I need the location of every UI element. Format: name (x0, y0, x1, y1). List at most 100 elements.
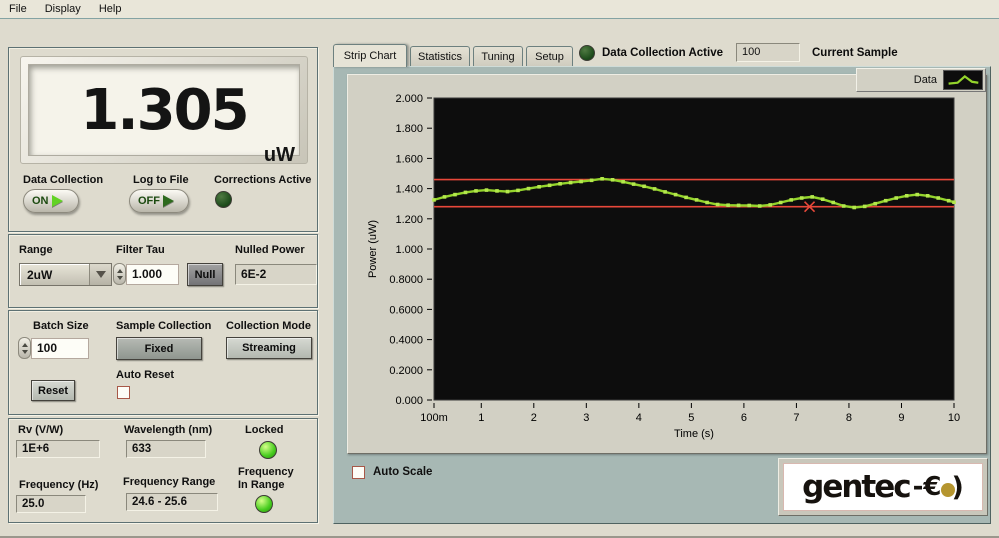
spin-down-icon (117, 276, 123, 280)
svg-text:0.8000: 0.8000 (389, 274, 423, 286)
svg-text:2.000: 2.000 (395, 93, 423, 105)
spin-up-icon (117, 269, 123, 273)
svg-text:0.4000: 0.4000 (389, 335, 423, 347)
range-panel: Range 2uW Filter Tau 1.000 Null Nulled P… (8, 234, 318, 308)
locked-label: Locked (245, 424, 284, 436)
auto-scale-label: Auto Scale (373, 466, 432, 478)
logo-arc: ) (952, 472, 964, 503)
log-to-file-toggle-state: OFF (138, 195, 160, 207)
tab-statistics-label: Statistics (418, 51, 462, 63)
info-panel: Rv (V/W) 1E+6 Wavelength (nm) 633 Locked… (8, 418, 318, 523)
corrections-active-label: Corrections Active (214, 174, 311, 186)
range-label: Range (19, 244, 53, 256)
svg-text:0.000: 0.000 (395, 395, 423, 407)
tab-strip-chart[interactable]: Strip Chart (333, 44, 407, 67)
toggle-lever-icon (52, 195, 63, 207)
sample-collection-button[interactable]: Fixed (116, 337, 202, 360)
strip-chart[interactable]: 2.0001.8001.6001.4001.2001.0000.80000.60… (352, 80, 984, 450)
svg-text:3: 3 (583, 412, 589, 424)
batch-size-field[interactable]: 100 (31, 338, 89, 359)
batch-size-spinner[interactable] (18, 337, 31, 359)
legend-label: Data (914, 74, 937, 86)
log-to-file-label: Log to File (133, 174, 189, 186)
menu-file[interactable]: File (0, 1, 36, 17)
svg-text:10: 10 (948, 412, 960, 424)
display-panel: 1.305 uW Data Collection Log to File Cor… (8, 47, 318, 232)
nulled-power-field: 6E-2 (235, 264, 317, 285)
tab-tuning-label: Tuning (481, 51, 514, 63)
data-collection-toggle[interactable]: ON (23, 189, 79, 213)
reset-button[interactable]: Reset (31, 380, 75, 401)
svg-text:4: 4 (636, 412, 642, 424)
power-value: 1.305 (80, 78, 247, 143)
range-dropdown-value: 2uW (20, 268, 89, 282)
locked-led (259, 441, 277, 459)
chart-legend[interactable]: Data (856, 68, 986, 92)
data-collection-active-led (579, 45, 595, 61)
svg-text:Time (s): Time (s) (674, 428, 714, 440)
wavelength-label: Wavelength (nm) (124, 424, 212, 436)
svg-text:8: 8 (846, 412, 852, 424)
auto-reset-checkbox[interactable] (117, 386, 130, 399)
app-window: File Display Help 1.305 uW Data Collecti… (0, 0, 999, 538)
svg-text:7: 7 (793, 412, 799, 424)
filter-tau-field[interactable]: 1.000 (126, 264, 179, 285)
svg-text:1.200: 1.200 (395, 214, 423, 226)
wavelength-field: 633 (126, 440, 206, 458)
data-collection-toggle-state: ON (32, 195, 49, 207)
frequency-in-range-led (255, 495, 273, 513)
batch-panel: Batch Size 100 Sample Collection Fixed C… (8, 310, 318, 415)
data-collection-label: Data Collection (23, 174, 103, 186)
auto-scale-checkbox[interactable] (352, 466, 365, 479)
tab-setup[interactable]: Setup (526, 46, 573, 66)
power-display: 1.305 (28, 64, 300, 156)
svg-text:100m: 100m (420, 412, 448, 424)
frequency-in-range-label-line1: Frequency (238, 466, 294, 478)
nulled-power-label: Nulled Power (235, 244, 305, 256)
collection-mode-label: Collection Mode (226, 320, 311, 332)
svg-text:0.2000: 0.2000 (389, 365, 423, 377)
svg-text:1.800: 1.800 (395, 123, 423, 135)
data-collection-active-label: Data Collection Active (602, 47, 723, 59)
collection-mode-button[interactable]: Streaming (226, 337, 312, 359)
rv-label: Rv (V/W) (18, 424, 63, 436)
tab-statistics[interactable]: Statistics (410, 46, 470, 66)
power-unit: uW (264, 144, 295, 167)
tab-strip-chart-label: Strip Chart (344, 50, 397, 62)
gentec-eo-logo: gentec -€ ) (783, 463, 983, 511)
rv-field: 1E+6 (16, 440, 100, 458)
svg-text:1.400: 1.400 (395, 184, 423, 196)
tab-tuning[interactable]: Tuning (473, 46, 523, 66)
log-to-file-toggle[interactable]: OFF (129, 189, 189, 213)
spin-down-icon (22, 350, 28, 354)
range-dropdown[interactable]: 2uW (19, 263, 112, 286)
svg-text:2: 2 (531, 412, 537, 424)
logo-frame: gentec -€ ) (778, 458, 988, 516)
current-sample-label: Current Sample (812, 47, 898, 59)
null-button[interactable]: Null (187, 263, 223, 286)
svg-text:0.6000: 0.6000 (389, 304, 423, 316)
logo-word: gentec (802, 469, 910, 505)
filter-tau-spinner[interactable] (113, 263, 126, 285)
chevron-down-icon (96, 271, 106, 278)
frequency-range-field: 24.6 - 25.6 (126, 493, 218, 511)
svg-text:1: 1 (478, 412, 484, 424)
frequency-in-range-label-line2: In Range (238, 479, 284, 491)
logo-dash-epsilon: -€ (913, 472, 942, 502)
dropdown-arrow-box (89, 264, 111, 285)
filter-tau-label: Filter Tau (116, 244, 165, 256)
svg-text:5: 5 (688, 412, 694, 424)
menu-help[interactable]: Help (90, 1, 131, 17)
frequency-field: 25.0 (16, 495, 86, 513)
sample-collection-label: Sample Collection (116, 320, 211, 332)
spin-up-icon (22, 343, 28, 347)
menu-bar: File Display Help (0, 0, 999, 19)
toggle-lever-icon (163, 195, 174, 207)
current-sample-field: 100 (736, 43, 800, 62)
svg-text:1.000: 1.000 (395, 244, 423, 256)
frequency-range-label: Frequency Range (123, 476, 215, 488)
batch-size-label: Batch Size (33, 320, 89, 332)
menu-display[interactable]: Display (36, 1, 90, 17)
svg-text:6: 6 (741, 412, 747, 424)
corrections-active-led (215, 191, 232, 208)
